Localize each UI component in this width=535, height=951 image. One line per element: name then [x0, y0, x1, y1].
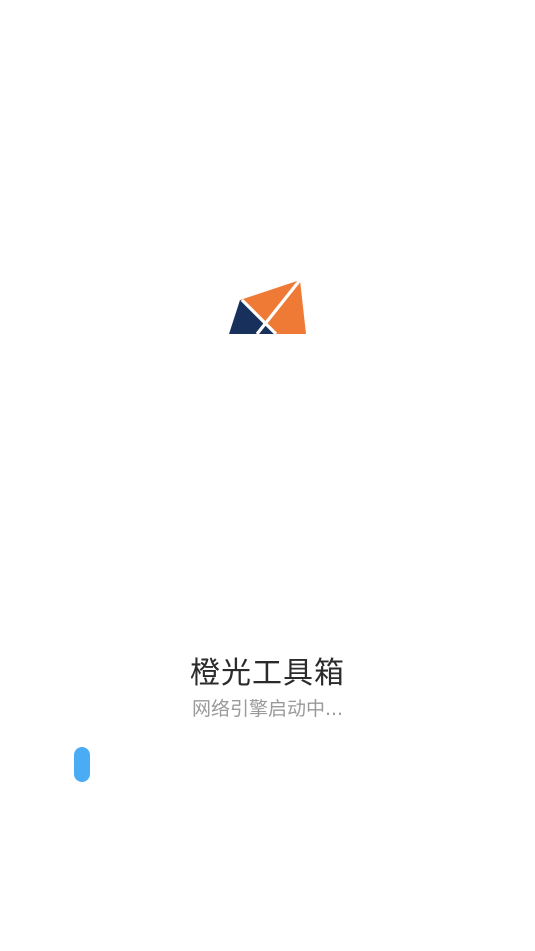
app-title: 橙光工具箱 — [190, 656, 345, 691]
loading-progress-fill — [74, 747, 90, 782]
loading-status-text: 网络引擎启动中... — [191, 698, 344, 720]
loading-progress-bar — [74, 747, 461, 782]
app-logo-icon — [229, 279, 306, 336]
